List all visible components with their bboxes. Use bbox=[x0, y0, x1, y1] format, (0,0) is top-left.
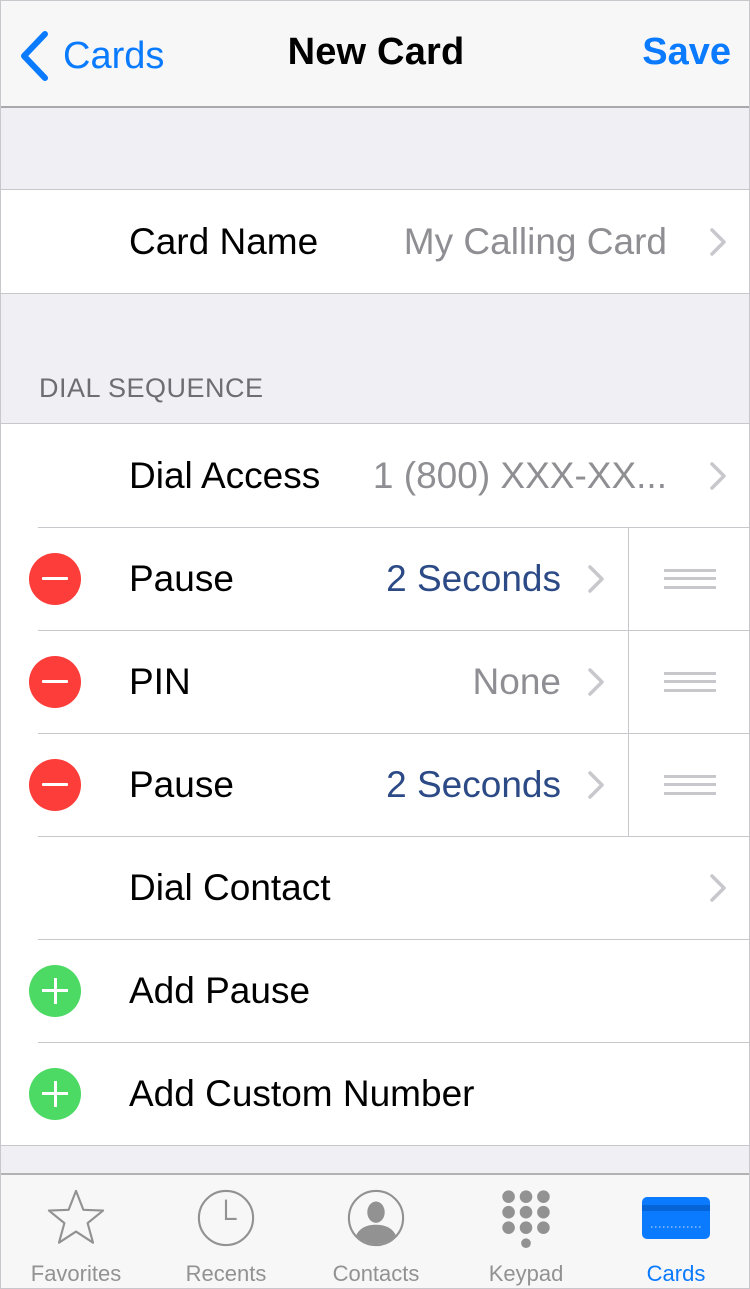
contact-icon bbox=[346, 1187, 406, 1249]
reorder-handle[interactable] bbox=[628, 733, 749, 836]
tab-label: Contacts bbox=[332, 1261, 420, 1286]
reorder-handle[interactable] bbox=[628, 527, 749, 630]
clock-icon bbox=[196, 1187, 256, 1249]
add-pause-button[interactable] bbox=[29, 964, 81, 1017]
dial-access-row[interactable]: Dial Access 1 (800) XXX-XX... bbox=[1, 424, 749, 527]
card-name-placeholder: My Calling Card bbox=[403, 220, 667, 262]
add-custom-number-label: Add Custom Number bbox=[129, 1072, 475, 1114]
delete-step-button[interactable] bbox=[29, 552, 81, 605]
screen: Cards New Card Save Card Name My Calling… bbox=[0, 0, 750, 1289]
card-name-label: Card Name bbox=[129, 220, 319, 262]
dial-contact-label: Dial Contact bbox=[129, 866, 331, 908]
add-pause-row[interactable]: Add Pause bbox=[1, 939, 749, 1042]
tab-bar: Favorites Recents Contacts Keypad Cards bbox=[1, 1173, 749, 1288]
star-icon bbox=[46, 1187, 106, 1249]
add-custom-number-button[interactable] bbox=[29, 1067, 81, 1120]
card-name-group: Card Name My Calling Card bbox=[1, 189, 749, 294]
reorder-icon bbox=[664, 568, 716, 589]
add-pause-label: Add Pause bbox=[129, 969, 311, 1011]
dial-contact-row[interactable]: Dial Contact bbox=[1, 836, 749, 939]
sequence-step-row[interactable]: Pause 2 Seconds bbox=[1, 527, 749, 630]
chevron-right-icon bbox=[709, 461, 727, 491]
reorder-icon bbox=[664, 671, 716, 692]
page-title: New Card bbox=[287, 31, 465, 73]
card-icon bbox=[641, 1187, 711, 1249]
delete-step-button[interactable] bbox=[29, 655, 81, 708]
save-button[interactable]: Save bbox=[642, 31, 731, 74]
step-label: PIN bbox=[129, 660, 191, 702]
chevron-right-icon bbox=[709, 227, 727, 257]
step-label: Pause bbox=[129, 763, 234, 805]
tab-cards[interactable]: Cards bbox=[601, 1175, 749, 1288]
reorder-icon bbox=[664, 774, 716, 795]
step-value: None bbox=[472, 660, 561, 702]
step-value: 2 Seconds bbox=[386, 557, 561, 599]
step-label: Pause bbox=[129, 557, 234, 599]
tab-label: Recents bbox=[185, 1261, 267, 1286]
add-custom-number-row[interactable]: Add Custom Number bbox=[1, 1042, 749, 1145]
navigation-bar: Cards New Card Save bbox=[1, 1, 749, 108]
tab-label: Favorites bbox=[30, 1261, 122, 1286]
keypad-icon bbox=[496, 1187, 556, 1249]
chevron-right-icon bbox=[587, 564, 605, 594]
card-name-row[interactable]: Card Name My Calling Card bbox=[1, 190, 749, 293]
tab-contacts[interactable]: Contacts bbox=[301, 1175, 451, 1288]
dial-access-label: Dial Access bbox=[129, 454, 321, 496]
section-header: DIAL SEQUENCE bbox=[39, 373, 264, 403]
chevron-right-icon bbox=[587, 770, 605, 800]
tab-favorites[interactable]: Favorites bbox=[1, 1175, 151, 1288]
sequence-step-row[interactable]: Pause 2 Seconds bbox=[1, 733, 749, 836]
chevron-right-icon bbox=[587, 667, 605, 697]
dial-sequence-group: Dial Access 1 (800) XXX-XX... Pause 2 Se… bbox=[1, 423, 749, 1146]
step-value: 2 Seconds bbox=[386, 763, 561, 805]
delete-step-button[interactable] bbox=[29, 758, 81, 811]
reorder-handle[interactable] bbox=[628, 630, 749, 733]
tab-recents[interactable]: Recents bbox=[151, 1175, 301, 1288]
tab-label: Cards bbox=[646, 1261, 706, 1286]
dial-access-value: 1 (800) XXX-XX... bbox=[372, 454, 667, 496]
sequence-step-row[interactable]: PIN None bbox=[1, 630, 749, 733]
chevron-right-icon bbox=[709, 873, 727, 903]
tab-label: Keypad bbox=[488, 1261, 564, 1286]
tab-keypad[interactable]: Keypad bbox=[451, 1175, 601, 1288]
